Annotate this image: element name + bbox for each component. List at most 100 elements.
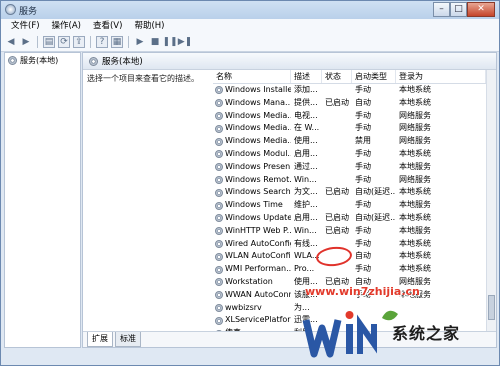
service-name-text: WLAN AutoConfig xyxy=(225,251,291,261)
pause-icon[interactable]: ❚❚ xyxy=(162,36,177,48)
service-gear-icon xyxy=(215,239,223,248)
cell-log-on-as: 网络服务 xyxy=(399,136,431,146)
cell-description: Win... xyxy=(294,225,317,235)
cell-name: Windows Installer xyxy=(213,84,291,97)
properties-icon[interactable]: ▦ xyxy=(111,36,123,48)
close-button[interactable]: ✕ xyxy=(467,2,495,17)
column-header-log-on-as[interactable]: 登录为 xyxy=(396,70,486,83)
gear-icon xyxy=(89,56,98,66)
cell-name: Windows Media... xyxy=(213,110,291,123)
service-gear-icon xyxy=(215,137,223,146)
cell-name: WMI Performan... xyxy=(213,263,291,276)
cell-name: Windows Time xyxy=(213,199,291,212)
service-gear-icon xyxy=(215,163,223,172)
restart-icon[interactable]: ▶❚ xyxy=(178,36,192,48)
cell-startup-type: 手动 xyxy=(355,238,371,248)
table-row[interactable]: Windows Mana... 提供... 已启动 自动 本地系统 xyxy=(213,97,488,110)
console-tree-icon[interactable]: ▤ xyxy=(43,36,55,48)
table-row[interactable]: WinHTTP Web P... Win... 已启动 手动 本地服务 xyxy=(213,225,488,238)
cell-description: Pro... xyxy=(294,264,315,274)
forward-icon[interactable]: ▶ xyxy=(20,36,32,48)
menu-file[interactable]: 文件(F) xyxy=(5,19,46,33)
cell-startup-type: 手动 xyxy=(355,174,371,184)
vertical-scrollbar[interactable] xyxy=(486,70,496,331)
tree-item-services-local[interactable]: 服务(本地) xyxy=(8,55,58,66)
cell-description: 添加... xyxy=(294,85,318,94)
cell-name: XLServicePlatform xyxy=(213,314,291,327)
service-name-text: XLServicePlatform xyxy=(225,315,291,325)
gear-icon xyxy=(8,56,17,65)
cell-name: Workstation xyxy=(213,276,291,289)
table-row[interactable]: Wired AutoConfig 有线... 手动 本地系统 xyxy=(213,238,488,251)
cell-status xyxy=(322,148,352,161)
table-header: 名称 描述 状态 启动类型 登录为 xyxy=(213,70,488,84)
service-name-text: Wired AutoConfig xyxy=(225,238,291,248)
table-row[interactable]: Windows Time 维护... 手动 本地服务 xyxy=(213,199,488,212)
watermark-brand: 系统之家 xyxy=(392,324,461,343)
service-gear-icon xyxy=(215,227,223,236)
service-name-text: Windows Mana... xyxy=(225,97,291,107)
service-name-text: Windows Media... xyxy=(225,136,291,146)
toolbar-separator xyxy=(90,36,91,48)
column-header-description[interactable]: 描述 xyxy=(291,70,322,83)
export-icon[interactable]: ⇪ xyxy=(73,36,85,48)
table-row[interactable]: Windows Media... 使用... 禁用 网络服务 xyxy=(213,135,488,148)
toolbar: ◀ ▶ ▤ ⟳ ⇪ ? ▦ ▶ ■ ❚❚ ▶❚ xyxy=(1,33,499,52)
cell-description: 通过... xyxy=(294,161,318,171)
table-row[interactable]: Windows Update 启用... 已启动 自动(延迟... 本地系统 xyxy=(213,212,488,225)
menu-action[interactable]: 操作(A) xyxy=(46,19,87,33)
refresh-icon[interactable]: ⟳ xyxy=(58,36,70,48)
table-row[interactable]: WMI Performan... Pro... 手动 本地系统 xyxy=(213,263,488,276)
service-gear-icon xyxy=(215,111,223,120)
cell-log-on-as: 本地服务 xyxy=(399,200,431,210)
stop-icon[interactable]: ■ xyxy=(149,36,161,48)
cell-log-on-as: 网络服务 xyxy=(399,174,431,184)
service-gear-icon xyxy=(215,150,223,159)
cell-status xyxy=(322,199,352,212)
tab-standard[interactable]: 标准 xyxy=(115,332,141,347)
service-name-text: Windows Time xyxy=(225,200,283,210)
service-gear-icon xyxy=(215,252,223,261)
pane-header: 服务(本地) xyxy=(83,53,496,70)
back-icon[interactable]: ◀ xyxy=(5,36,17,48)
cell-startup-type: 手动 xyxy=(355,225,371,235)
column-header-name[interactable]: 名称 xyxy=(213,70,291,83)
service-gear-icon xyxy=(215,201,223,210)
menu-view[interactable]: 查看(V) xyxy=(87,19,128,33)
table-row[interactable]: Windows Presen... 通过... 手动 本地服务 xyxy=(213,161,488,174)
minimize-button[interactable]: – xyxy=(433,2,450,17)
console-tree: 服务(本地) xyxy=(4,52,81,348)
column-header-startup-type[interactable]: 启动类型 xyxy=(352,70,396,83)
help-icon[interactable]: ? xyxy=(96,36,108,48)
pane-title: 服务(本地) xyxy=(102,57,143,67)
play-icon[interactable]: ▶ xyxy=(134,36,146,48)
table-row[interactable]: Windows Media... 电视... 手动 网络服务 xyxy=(213,110,488,123)
menu-bar: 文件(F) 操作(A) 查看(V) 帮助(H) xyxy=(1,19,499,33)
services-app-icon xyxy=(5,4,16,15)
table-row[interactable]: Windows Installer 添加... 手动 本地系统 xyxy=(213,84,488,97)
toolbar-separator xyxy=(128,36,129,48)
cell-status xyxy=(322,135,352,148)
cell-description: 启用... xyxy=(294,212,318,222)
menu-help[interactable]: 帮助(H) xyxy=(128,19,170,33)
tab-extended[interactable]: 扩展 xyxy=(87,332,113,347)
cell-status xyxy=(322,161,352,174)
column-header-status[interactable]: 状态 xyxy=(322,70,352,83)
cell-description: 为文... xyxy=(294,187,318,197)
table-row[interactable]: Windows Modul... 启用... 手动 本地系统 xyxy=(213,148,488,161)
cell-name: WWAN AutoConn... xyxy=(213,289,291,302)
cell-startup-type: 手动 xyxy=(355,110,371,120)
cell-name: Windows Mana... xyxy=(213,97,291,110)
cell-description: 使用... xyxy=(294,136,318,146)
service-name-text: WMI Performan... xyxy=(225,264,291,274)
cell-status xyxy=(322,174,352,187)
service-name-text: WinHTTP Web P... xyxy=(225,225,291,235)
cell-startup-type: 手动 xyxy=(355,264,371,274)
maximize-button[interactable]: □ xyxy=(450,2,467,17)
table-row[interactable]: Windows Media... 在 W... 手动 网络服务 xyxy=(213,122,488,135)
tree-item-label: 服务(本地) xyxy=(20,56,59,65)
table-row[interactable]: Windows Search 为文... 已启动 自动(延迟... 本地系统 xyxy=(213,186,488,199)
service-name-text: Windows Modul... xyxy=(225,148,291,158)
table-row[interactable]: Windows Remot... Win... 手动 网络服务 xyxy=(213,174,488,187)
service-gear-icon xyxy=(215,124,223,133)
